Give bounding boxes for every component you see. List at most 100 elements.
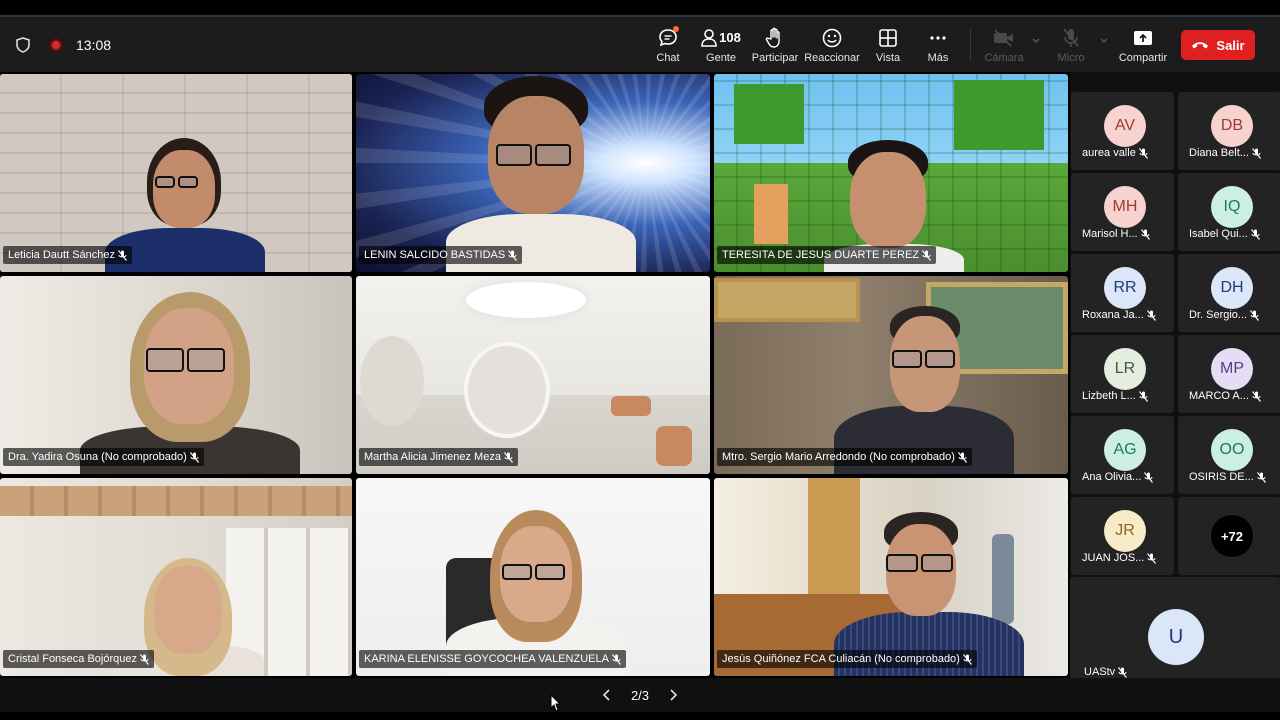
view-button[interactable]: Vista: [872, 17, 904, 72]
mic-muted-icon: [922, 249, 931, 261]
participant-tile[interactable]: IQ Isabel Qui...: [1178, 173, 1280, 251]
video-tile[interactable]: Jesús Quiñónez FCA Culiacán (No comproba…: [714, 478, 1068, 676]
participant-name: Isabel Qui...: [1189, 228, 1248, 240]
hang-up-icon: [1192, 42, 1209, 49]
people-icon: [701, 28, 717, 47]
more-participants-count: +72: [1211, 515, 1253, 557]
leave-button[interactable]: Salir: [1181, 30, 1255, 60]
video-grid: Leticia Dautt Sánchez LENIN SALCIDO BAST…: [0, 72, 1070, 678]
participant-tile[interactable]: MP MARCO A...: [1178, 335, 1280, 413]
participant-tile[interactable]: DB Diana Belt...: [1178, 92, 1280, 170]
participant-tile[interactable]: DH Dr. Sergio...: [1178, 254, 1280, 332]
mic-muted-icon: [1118, 666, 1128, 678]
participant-name: MARCO A...: [1189, 390, 1249, 402]
chevron-right-icon: [670, 689, 678, 701]
share-button[interactable]: Compartir: [1117, 17, 1169, 72]
shield-icon[interactable]: [14, 36, 32, 54]
participant-video: [80, 286, 300, 474]
react-button[interactable]: Reaccionar: [804, 17, 860, 72]
mic-muted-icon: [508, 249, 518, 261]
participant-name: Roxana Ja...: [1082, 309, 1144, 321]
bottom-strip: [0, 712, 1280, 720]
participant-tile[interactable]: MH Marisol H...: [1071, 173, 1174, 251]
toolbar-divider: [970, 29, 971, 61]
video-tile[interactable]: TERESITA DE JESUS DUARTE PEREZ: [714, 74, 1068, 272]
participant-name: UAStv: [1084, 666, 1116, 678]
video-tile[interactable]: KARINA ELENISSE GOYCOCHEA VALENZUELA: [356, 478, 710, 676]
next-page-button[interactable]: [665, 687, 681, 703]
participant-name: Marisol H...: [1082, 228, 1138, 240]
featured-participant-tile[interactable]: U UAStv: [1070, 577, 1280, 688]
mic-muted-icon: [1250, 309, 1260, 321]
grid-view-icon: [878, 26, 898, 50]
more-button[interactable]: Más: [922, 17, 954, 72]
people-button[interactable]: 108 Gente: [699, 17, 743, 72]
participant-tile[interactable]: OO OSIRIS DE...: [1178, 416, 1280, 494]
participant-nameplate: Dra. Yadira Osuna (No comprobado): [3, 448, 204, 466]
share-screen-icon: [1132, 26, 1154, 50]
chat-unread-dot: [673, 26, 679, 32]
mic-muted-icon: [118, 249, 127, 261]
gallery-pager: 2/3: [0, 678, 1280, 712]
mic-options-chevron-icon[interactable]: [1100, 37, 1108, 45]
mic-muted-icon: [503, 451, 513, 463]
participant-tile[interactable]: AV aurea valle: [1071, 92, 1174, 170]
participant-nameplate: Martha Alicia Jimenez Meza: [359, 448, 518, 466]
recording-indicator-icon: [50, 38, 62, 51]
more-participants-tile[interactable]: +72: [1178, 497, 1280, 575]
smiley-icon: [821, 26, 843, 50]
video-tile[interactable]: LENIN SALCIDO BASTIDAS: [356, 74, 710, 272]
mic-muted-icon: [1138, 147, 1148, 159]
participant-nameplate: KARINA ELENISSE GOYCOCHEA VALENZUELA: [359, 650, 626, 668]
camera-options-chevron-icon[interactable]: [1032, 37, 1040, 45]
participate-button[interactable]: Participar: [751, 17, 799, 72]
camera-off-icon: [992, 26, 1016, 50]
video-tile[interactable]: Cristal Fonseca Bojórquez: [0, 478, 352, 676]
participant-name: OSIRIS DE...: [1189, 471, 1254, 483]
top-strip: [0, 0, 1280, 17]
participant-tile[interactable]: JR JUAN JOS...: [1071, 497, 1174, 575]
participant-name: JUAN JOS...: [1082, 552, 1145, 564]
mic-muted-icon: [1251, 390, 1261, 402]
chat-button[interactable]: Chat: [652, 17, 684, 72]
participant-tile[interactable]: LR Lizbeth L...: [1071, 335, 1174, 413]
avatar: AG: [1104, 429, 1146, 471]
participant-name: Dr. Sergio...: [1189, 309, 1248, 321]
mic-muted-icon: [1144, 471, 1154, 483]
participant-strip: AV aurea valle DB Diana Belt... MH Maris…: [1070, 72, 1280, 688]
avatar: RR: [1104, 267, 1146, 309]
avatar: JR: [1104, 510, 1146, 552]
participant-tile[interactable]: AG Ana Olivia...: [1071, 416, 1174, 494]
avatar: LR: [1104, 348, 1146, 390]
participant-video: [105, 136, 265, 272]
previous-page-button[interactable]: [599, 687, 615, 703]
more-dots-icon: [929, 26, 947, 50]
participant-nameplate: Jesús Quiñónez FCA Culiacán (No comproba…: [717, 650, 977, 668]
participant-nameplate: Mtro. Sergio Mario Arredondo (No comprob…: [717, 448, 972, 466]
participant-name: aurea valle: [1082, 147, 1136, 159]
video-tile[interactable]: Mtro. Sergio Mario Arredondo (No comprob…: [714, 276, 1068, 474]
avatar: IQ: [1211, 186, 1253, 228]
participant-name: Lizbeth L...: [1082, 390, 1136, 402]
mic-muted-icon: [140, 653, 149, 665]
video-tile[interactable]: Dra. Yadira Osuna (No comprobado): [0, 276, 352, 474]
people-count: 108: [719, 30, 741, 45]
avatar: MP: [1211, 348, 1253, 390]
mic-muted-icon: [962, 653, 972, 665]
mic-muted-icon: [1251, 147, 1261, 159]
mic-muted-icon: [1256, 471, 1266, 483]
chevron-left-icon: [602, 689, 610, 701]
mic-muted-icon: [1140, 228, 1150, 240]
mic-muted-icon: [1250, 228, 1260, 240]
mouse-cursor-icon: [550, 694, 562, 712]
avatar: DB: [1211, 105, 1253, 147]
video-tile[interactable]: Martha Alicia Jimenez Meza: [356, 276, 710, 474]
participant-name: Ana Olivia...: [1082, 471, 1142, 483]
camera-button[interactable]: Cámara: [984, 17, 1024, 72]
avatar: OO: [1211, 429, 1253, 471]
video-tile[interactable]: Leticia Dautt Sánchez: [0, 74, 352, 272]
mic-muted-icon: [957, 451, 967, 463]
participant-tile[interactable]: RR Roxana Ja...: [1071, 254, 1174, 332]
mic-button[interactable]: Micro: [1054, 17, 1088, 72]
participant-nameplate: Leticia Dautt Sánchez: [3, 246, 133, 264]
